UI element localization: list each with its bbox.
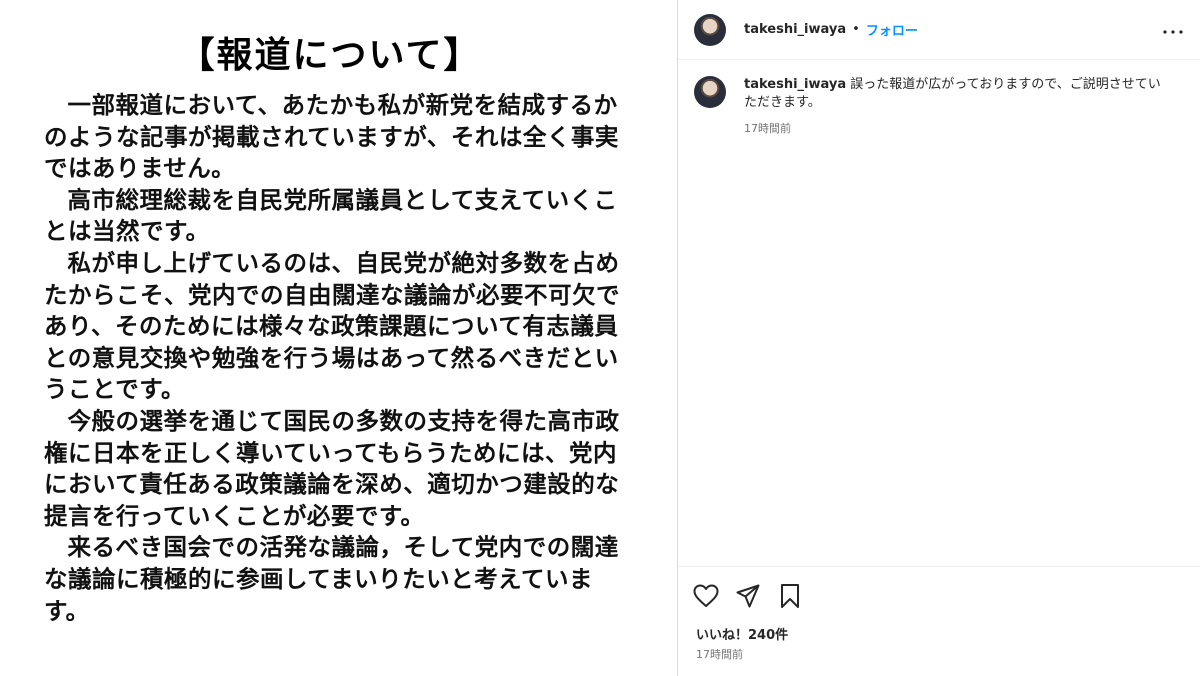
caption-comment: takeshi_iwaya 誤った報道が広がっておりますので、ご説明させていただ… <box>694 76 1184 136</box>
avatar[interactable] <box>694 13 726 46</box>
action-bar <box>678 566 1200 624</box>
post-image-title: 【報道について】 <box>178 35 482 76</box>
likes-count[interactable]: いいね！240件 <box>678 624 1200 644</box>
caption-content: takeshi_iwaya 誤った報道が広がっておりますので、ご説明させていただ… <box>744 76 1164 136</box>
post-paragraph: 今般の選挙を通じて国民の多数の支持を得た高市政権に日本を正しく導いていってもらう… <box>44 406 620 530</box>
post-timestamp: 17時間前 <box>696 648 743 661</box>
post-image-body: 一部報道において、あたかも私が新党を結成するかのような記事が掲載されていますが、… <box>44 90 634 627</box>
post-paragraph: 高市総理総裁を自民党所属議員として支えていくことは当然です。 <box>44 185 618 246</box>
avatar[interactable] <box>694 76 726 108</box>
bookmark-icon[interactable] <box>776 582 804 610</box>
follow-button[interactable]: フォロー <box>866 20 918 39</box>
post-header: takeshi_iwaya • フォロー <box>678 0 1200 60</box>
post-image: 【報道について】 一部報道において、あたかも私が新党を結成するかのような記事が掲… <box>0 0 678 676</box>
caption-time: 17時間前 <box>744 122 791 135</box>
header-username[interactable]: takeshi_iwaya <box>744 22 846 37</box>
caption-text: takeshi_iwaya 誤った報道が広がっておりますので、ご説明させていただ… <box>744 76 1164 112</box>
post-sidebar: takeshi_iwaya • フォロー takeshi_iwaya 誤った報道… <box>678 0 1200 676</box>
comments-section: takeshi_iwaya 誤った報道が広がっておりますので、ご説明させていただ… <box>678 60 1200 566</box>
more-icon[interactable] <box>1162 21 1184 39</box>
post-paragraph: 一部報道において、あたかも私が新党を結成するかのような記事が掲載されていますが、… <box>44 91 619 183</box>
post-paragraph: 来るべき国会での活発な議論，そして党内での闊達な議論に積極的に参画してまいりたい… <box>44 533 619 625</box>
separator-dot: • <box>852 22 860 37</box>
heart-icon[interactable] <box>692 582 720 610</box>
caption-username[interactable]: takeshi_iwaya <box>744 77 846 92</box>
post-paragraph: 私が申し上げているのは、自民党が絶対多数を占めたからこそ、党内での自由闊達な議論… <box>44 248 620 404</box>
instagram-post-view: 【報道について】 一部報道において、あたかも私が新党を結成するかのような記事が掲… <box>0 0 1200 676</box>
share-icon[interactable] <box>734 582 762 610</box>
